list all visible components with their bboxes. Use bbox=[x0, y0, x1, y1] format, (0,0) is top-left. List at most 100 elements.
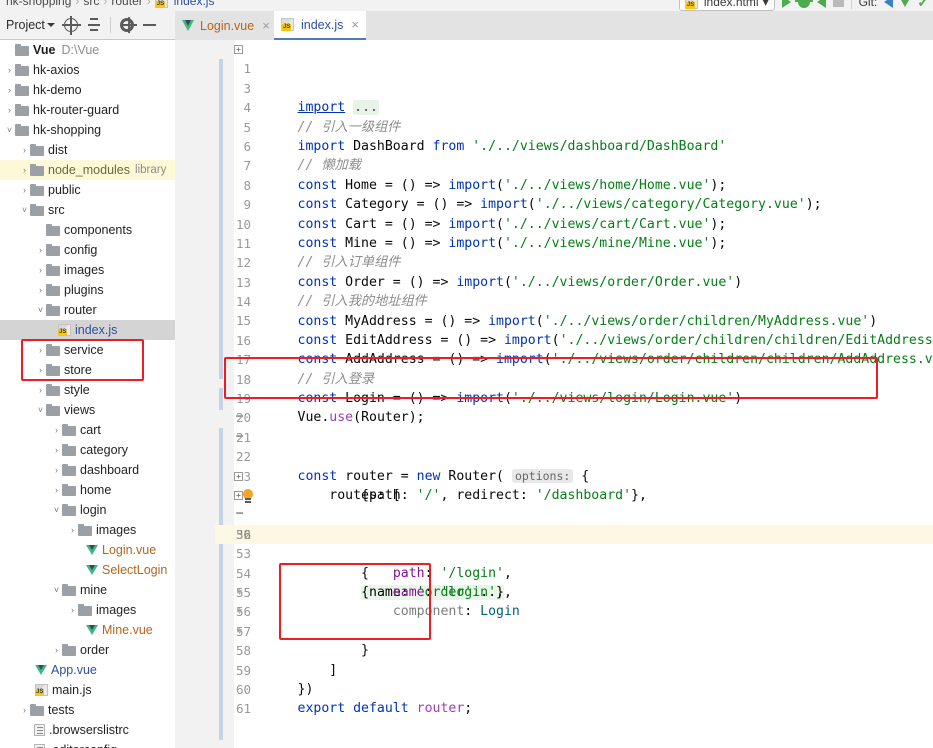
code-line[interactable]: 18 const Login = () => import('./../view… bbox=[215, 350, 933, 406]
code-line[interactable]: 57 ⎈ ] bbox=[215, 602, 933, 677]
expand-arrow[interactable]: › bbox=[67, 525, 78, 535]
run-configuration-selector[interactable]: index.html ▾ bbox=[678, 0, 775, 11]
tree-item-dist[interactable]: › dist bbox=[0, 140, 175, 160]
code-line[interactable]: 55 component: Login bbox=[215, 564, 933, 619]
tab-login-vue[interactable]: Login.vue × bbox=[175, 11, 277, 40]
tab-index-js[interactable]: index.js × bbox=[274, 11, 366, 40]
expand-arrow[interactable]: › bbox=[35, 245, 46, 255]
code-line[interactable]: 19 Vue.use(Router); bbox=[215, 370, 933, 425]
tree-item-components[interactable]: components bbox=[0, 220, 175, 240]
tree-item-vue[interactable]: Vue D:\Vue bbox=[0, 40, 175, 60]
code-line[interactable]: 61 bbox=[215, 680, 933, 716]
tree-item-public[interactable]: › public bbox=[0, 180, 175, 200]
tree-item-login-vue[interactable]: Login.vue bbox=[0, 540, 175, 560]
tree-item-mine[interactable]: ˅ mine bbox=[0, 580, 175, 600]
code-line[interactable]: 3 bbox=[215, 59, 933, 96]
breadcrumb-item-2[interactable]: router bbox=[111, 0, 142, 8]
tree-item-hk-axios[interactable]: › hk-axios bbox=[0, 60, 175, 80]
expand-arrow[interactable]: › bbox=[35, 385, 46, 395]
tree-item-main-js[interactable]: main.js bbox=[0, 680, 175, 700]
tree-item-router[interactable]: ˅ router bbox=[0, 300, 175, 320]
expand-arrow[interactable]: › bbox=[35, 265, 46, 275]
intention-bulb-icon[interactable] bbox=[242, 488, 254, 502]
tree-item-service[interactable]: › service bbox=[0, 340, 175, 360]
code-line[interactable]: 60 export default router; bbox=[215, 661, 933, 716]
code-line[interactable]: 5 import DashBoard from './../views/dash… bbox=[215, 98, 933, 154]
expand-arrow[interactable]: › bbox=[4, 65, 15, 75]
tree-item-app-vue[interactable]: App.vue bbox=[0, 660, 175, 680]
commit-icon[interactable] bbox=[900, 0, 911, 7]
expand-arrow[interactable]: › bbox=[35, 285, 46, 295]
tree-item-mine-vue[interactable]: Mine.vue bbox=[0, 620, 175, 640]
code-line[interactable]: 12 const Order = () => import('./../view… bbox=[215, 234, 933, 289]
expand-arrow[interactable]: › bbox=[19, 165, 30, 175]
debug-icon[interactable] bbox=[794, 0, 813, 8]
code-line[interactable]: 20 bbox=[215, 389, 933, 425]
code-line[interactable]: 17 // 引入登录 bbox=[215, 331, 933, 386]
close-icon[interactable]: × bbox=[262, 18, 270, 33]
locate-icon[interactable] bbox=[61, 16, 81, 35]
tree-item-tests[interactable]: › tests bbox=[0, 700, 175, 720]
run-with-coverage-icon[interactable] bbox=[816, 0, 826, 8]
tree-item-config[interactable]: › config bbox=[0, 240, 175, 260]
code-line[interactable]: 24 + {name: 'dashboard'...}, bbox=[215, 467, 933, 542]
fold-toggle-icon[interactable]: ⎈ bbox=[234, 586, 245, 597]
code-line[interactable]: 10 const Mine = () => import('./../views… bbox=[215, 195, 933, 251]
expand-arrow[interactable]: › bbox=[35, 365, 46, 375]
code-line[interactable]: 1 + import ... bbox=[215, 40, 933, 116]
fold-toggle-icon[interactable]: ━ bbox=[234, 431, 245, 442]
code-line[interactable]: 54 name: 'login', bbox=[215, 544, 933, 600]
tree-item-hk-router-guard[interactable]: › hk-router-guard bbox=[0, 100, 175, 120]
close-icon[interactable]: × bbox=[351, 17, 359, 32]
code-content[interactable]: 1 + import ... 3 4 // 引入一级组件 5 import Da… bbox=[215, 40, 933, 748]
expand-arrow[interactable]: › bbox=[19, 145, 30, 155]
tree-item-home[interactable]: › home bbox=[0, 480, 175, 500]
fold-toggle-icon[interactable]: ━ bbox=[234, 411, 245, 422]
expand-arrow[interactable]: › bbox=[67, 605, 78, 615]
expand-arrow[interactable]: › bbox=[4, 85, 15, 95]
tree-item-router-index-js[interactable]: index.js bbox=[0, 320, 175, 340]
breadcrumb-item-0[interactable]: hk-shopping bbox=[6, 0, 71, 8]
tree-item-category[interactable]: › category bbox=[0, 440, 175, 460]
expand-arrow[interactable]: › bbox=[4, 105, 15, 115]
tree-item-style[interactable]: › style bbox=[0, 380, 175, 400]
code-line[interactable]: 21 ━ const router = new Router( options:… bbox=[215, 408, 933, 483]
run-icon[interactable] bbox=[781, 0, 791, 8]
tree-item-src[interactable]: ˅ src bbox=[0, 200, 175, 220]
fold-toggle-icon[interactable]: ━ bbox=[234, 508, 245, 519]
code-line[interactable]: 13 // 引入我的地址组件 bbox=[215, 253, 933, 309]
tree-item-images[interactable]: › images bbox=[0, 260, 175, 280]
code-line[interactable]: 23 {path: '/', redirect: '/dashboard'}, bbox=[215, 447, 933, 503]
tree-item-cart[interactable]: › cart bbox=[0, 420, 175, 440]
code-line[interactable]: 22 ━ routes: [ bbox=[215, 428, 933, 503]
stop-icon[interactable] bbox=[832, 0, 844, 7]
fold-toggle-icon[interactable]: ⎈ bbox=[234, 605, 245, 616]
gear-icon[interactable] bbox=[119, 18, 137, 32]
code-line[interactable]: 56 ⎈ } bbox=[215, 583, 933, 658]
project-tree[interactable]: Vue D:\Vue › hk-axios › hk-demo › hk-rou… bbox=[0, 40, 175, 748]
tree-item-dashboard[interactable]: › dashboard bbox=[0, 460, 175, 480]
tree-item-plugins[interactable]: › plugins bbox=[0, 280, 175, 300]
breadcrumb-item-1[interactable]: src bbox=[83, 0, 99, 8]
breadcrumb-file[interactable]: index.js bbox=[174, 0, 215, 8]
code-line[interactable]: 9 const Cart = () => import('./../views/… bbox=[215, 176, 933, 231]
expand-arrow[interactable]: › bbox=[51, 485, 62, 495]
tree-item-editorconfig[interactable]: .editorconfig bbox=[0, 740, 175, 748]
code-editor[interactable]: 1 + import ... 3 4 // 引入一级组件 5 import Da… bbox=[175, 40, 933, 748]
code-line[interactable]: 14 const MyAddress = () => import('./../… bbox=[215, 273, 933, 328]
collapse-arrow[interactable]: ˅ bbox=[51, 505, 62, 515]
update-project-icon[interactable] bbox=[884, 0, 894, 8]
code-line[interactable]: 15 const EditAddress = () => import('./.… bbox=[215, 292, 933, 347]
tree-item-order[interactable]: › order bbox=[0, 640, 175, 660]
tree-item-hk-shopping[interactable]: ˅ hk-shopping bbox=[0, 120, 175, 140]
tree-item-login-images[interactable]: › images bbox=[0, 520, 175, 540]
tree-item-selectlogin-vue[interactable]: SelectLogin bbox=[0, 560, 175, 580]
code-line[interactable]: 11 // 引入订单组件 bbox=[215, 215, 933, 270]
code-line[interactable]: 7 const Home = () => import('./../views/… bbox=[215, 137, 933, 192]
tree-item-mine-images[interactable]: › images bbox=[0, 600, 175, 620]
hide-icon[interactable] bbox=[142, 24, 156, 26]
code-line[interactable]: 6 // 懒加载 bbox=[215, 118, 933, 173]
fold-toggle-icon[interactable]: ⎈ bbox=[234, 625, 245, 636]
collapse-all-icon[interactable] bbox=[87, 18, 101, 32]
tree-item-login[interactable]: ˅ login bbox=[0, 500, 175, 520]
